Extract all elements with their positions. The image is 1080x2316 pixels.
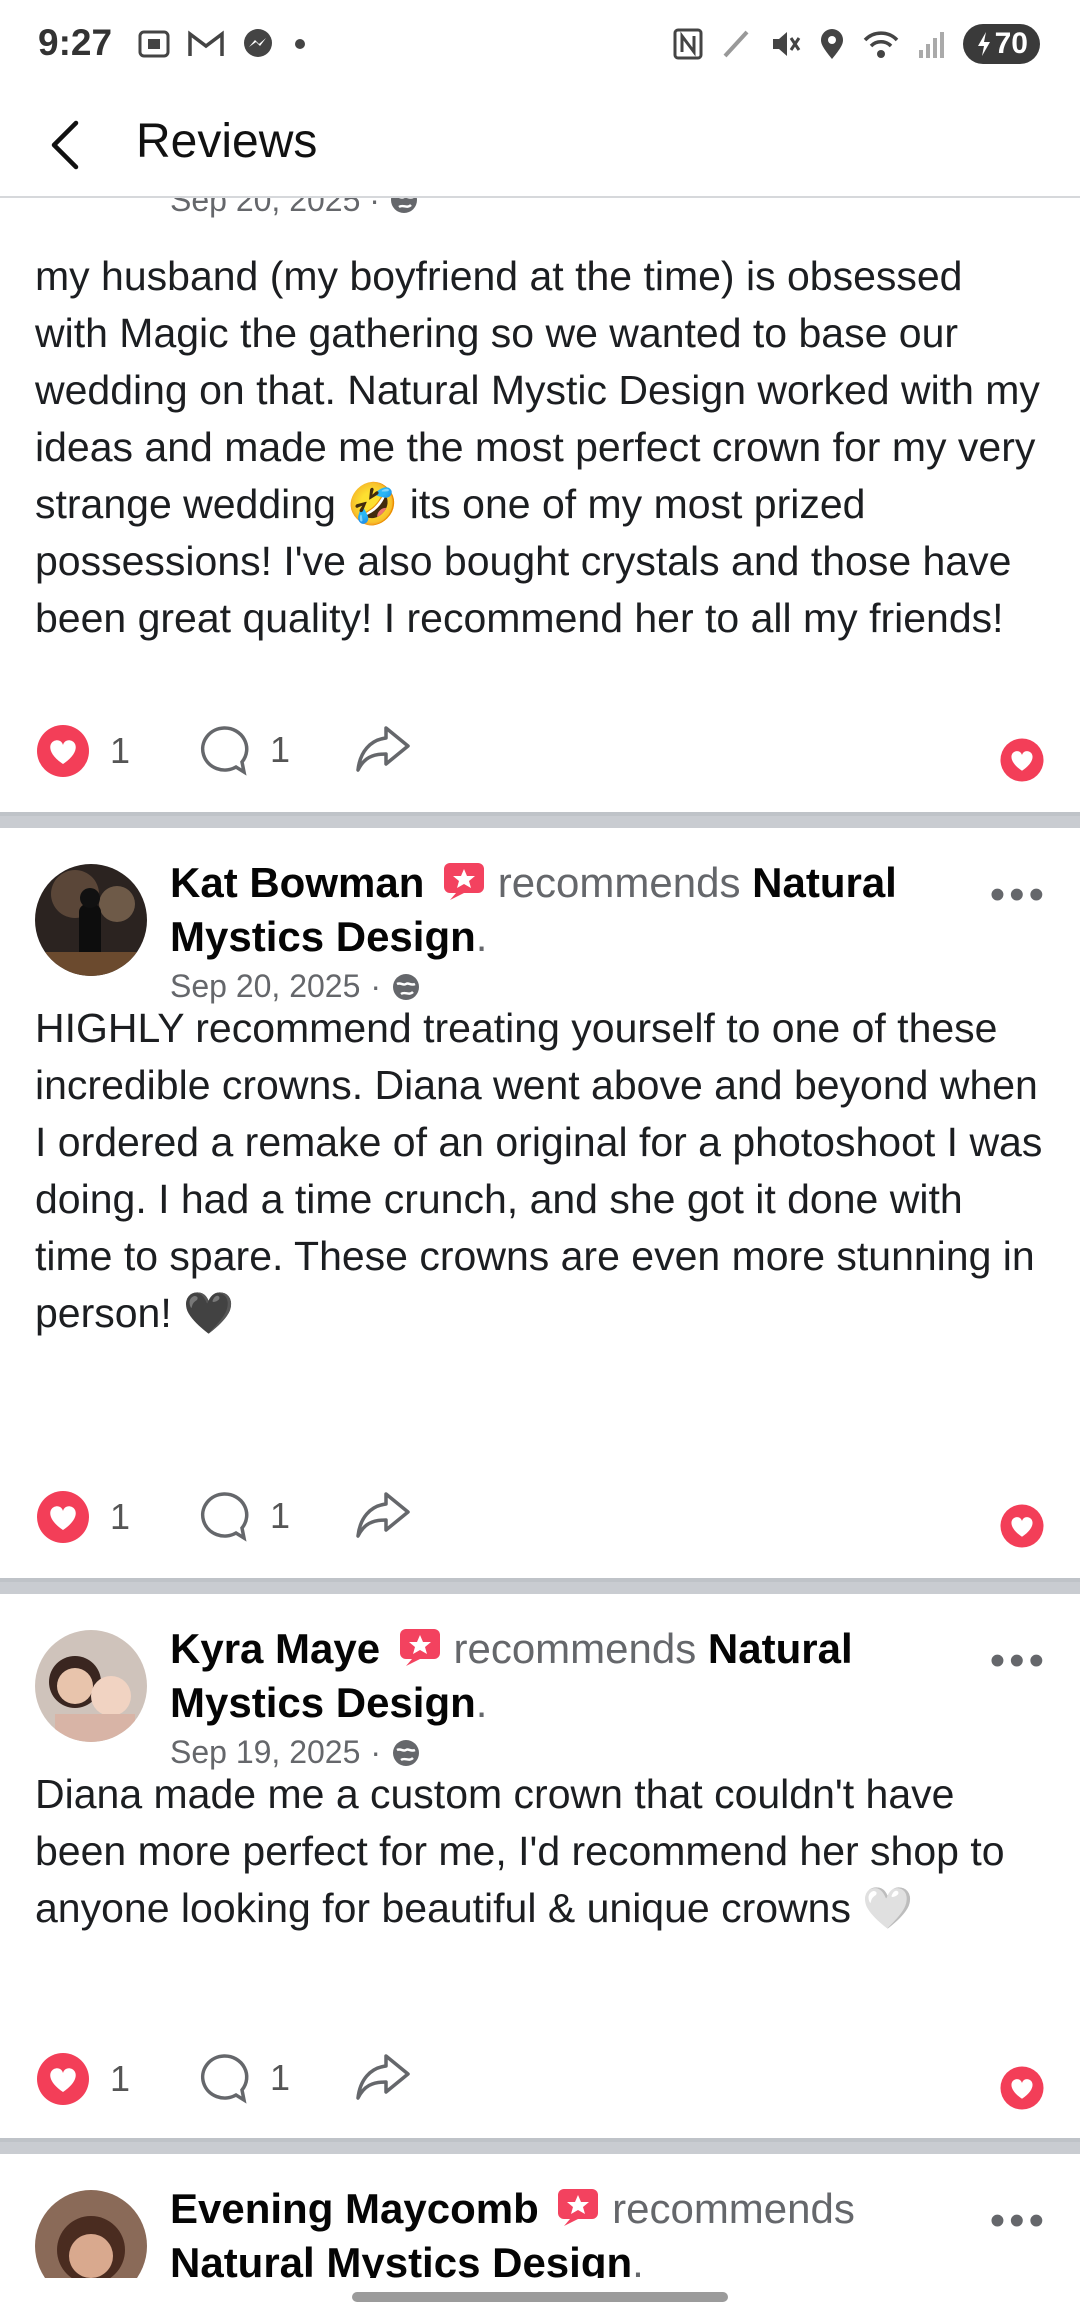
wifi-icon <box>863 31 898 58</box>
review-card-top: my husband (my boyfriend at the time) is… <box>0 248 1080 647</box>
more-options-button[interactable]: ••• <box>990 870 1048 920</box>
author-name[interactable]: Kat Bowman <box>170 859 424 906</box>
reaction-count[interactable]: 1 <box>34 2050 130 2108</box>
review-card: Kyra Maye recommends Natural Mystics Des… <box>0 1622 1080 1937</box>
reviews-header: Reviews <box>0 96 1080 198</box>
page-name[interactable]: Natural Mystics Design <box>170 2239 632 2278</box>
review-actions: 1 1 <box>0 2050 1080 2130</box>
share-icon <box>356 726 410 772</box>
signal-icon <box>918 32 944 58</box>
status-system-icons: 70 <box>671 24 1040 64</box>
author-name[interactable]: Kyra Maye <box>170 1625 380 1672</box>
love-reaction-icon <box>37 1491 89 1543</box>
comment-button[interactable]: 1 <box>196 2050 290 2106</box>
reaction-count[interactable]: 1 <box>34 1488 130 1546</box>
back-button[interactable] <box>36 110 96 180</box>
share-icon <box>356 2054 410 2100</box>
post-header: Kyra Maye recommends Natural Mystics Des… <box>0 1622 1080 1770</box>
review-card: Kat Bowman recommends Natural Mystics De… <box>0 856 1080 1342</box>
status-time: 9:27 <box>38 22 113 63</box>
author-name[interactable]: Evening Maycomb <box>170 2185 539 2232</box>
recommendation-badge-icon <box>558 2189 599 2226</box>
review-actions: 1 1 <box>0 1488 1080 1568</box>
review-actions-top: 1 1 <box>0 722 1080 802</box>
share-icon <box>356 1492 410 1538</box>
share-button[interactable] <box>354 722 412 774</box>
love-button[interactable] <box>998 1502 1046 1555</box>
avatar[interactable] <box>35 864 147 976</box>
gmail-icon <box>188 30 224 56</box>
post-header: Kat Bowman recommends Natural Mystics De… <box>0 856 1080 1004</box>
charging-bolt-icon <box>977 32 990 56</box>
screenshot-icon <box>138 30 170 58</box>
review-text: my husband (my boyfriend at the time) is… <box>35 253 1040 641</box>
comment-icon <box>200 726 249 776</box>
chevron-left-icon <box>51 120 79 170</box>
comment-icon <box>200 2054 249 2104</box>
love-reaction-icon <box>1000 1504 1044 1548</box>
avatar[interactable] <box>35 2190 147 2278</box>
post-date: Sep 20, 2025 · <box>170 968 421 1005</box>
more-notifications-dot-icon <box>295 39 305 49</box>
post-separator <box>0 812 1080 828</box>
review-text: Diana made me a custom crown that couldn… <box>35 1771 1005 1931</box>
avatar[interactable] <box>35 1630 147 1742</box>
author-line: Evening Maycomb recommends Natural Mysti… <box>170 2182 970 2278</box>
reaction-count[interactable]: 1 <box>34 722 130 780</box>
love-reaction-icon <box>37 2053 89 2105</box>
love-reaction-icon <box>37 725 89 777</box>
love-reaction-icon <box>1000 2066 1044 2110</box>
location-icon <box>820 29 843 59</box>
globe-icon <box>390 198 417 213</box>
share-button[interactable] <box>354 2050 412 2102</box>
share-button[interactable] <box>354 1488 412 1540</box>
love-button[interactable] <box>998 2064 1046 2117</box>
reviews-feed[interactable]: Sep 20, 2025 · my husband (my boyfriend … <box>0 198 1080 2278</box>
page-title: Reviews <box>136 115 318 168</box>
comment-icon <box>200 1492 249 1542</box>
author-line: Kyra Maye recommends Natural Mystics Des… <box>170 1625 853 1726</box>
battery-level: 70 <box>994 27 1028 60</box>
nfc-icon <box>673 28 703 60</box>
globe-icon <box>393 973 420 1000</box>
more-options-button[interactable]: ••• <box>990 1636 1048 1686</box>
white-heart-emoji: 🤍 <box>862 1885 914 1931</box>
review-text: HIGHLY recommend treating yourself to on… <box>35 1005 1043 1336</box>
post-date: Sep 19, 2025 · <box>170 1734 421 1771</box>
home-indicator[interactable] <box>352 2292 728 2302</box>
comment-button[interactable]: 1 <box>196 1488 290 1544</box>
laughing-emoji: 🤣 <box>347 481 399 527</box>
post-separator <box>0 1578 1080 1594</box>
pen-icon <box>723 30 749 58</box>
post-separator <box>0 2138 1080 2154</box>
globe-icon <box>393 1739 420 1766</box>
heart-emoji: 🖤 <box>183 1290 235 1336</box>
author-line: Kat Bowman recommends Natural Mystics De… <box>170 859 897 960</box>
messenger-icon <box>244 29 272 57</box>
comment-button[interactable]: 1 <box>196 722 290 778</box>
love-reaction-icon <box>1000 738 1044 782</box>
recommendation-badge-icon <box>444 863 485 900</box>
mute-icon <box>772 32 800 56</box>
status-bar: 9:27 70 <box>0 0 1080 96</box>
top-review-date: Sep 20, 2025 · <box>170 198 419 219</box>
battery-indicator: 70 <box>962 24 1040 64</box>
recommendation-badge-icon <box>399 1629 440 1666</box>
more-options-button[interactable]: ••• <box>990 2196 1048 2246</box>
post-header: Evening Maycomb recommends Natural Mysti… <box>0 2182 1080 2278</box>
review-card: Evening Maycomb recommends Natural Mysti… <box>0 2182 1080 2278</box>
status-notification-icons <box>136 26 310 62</box>
love-button[interactable] <box>998 736 1046 789</box>
